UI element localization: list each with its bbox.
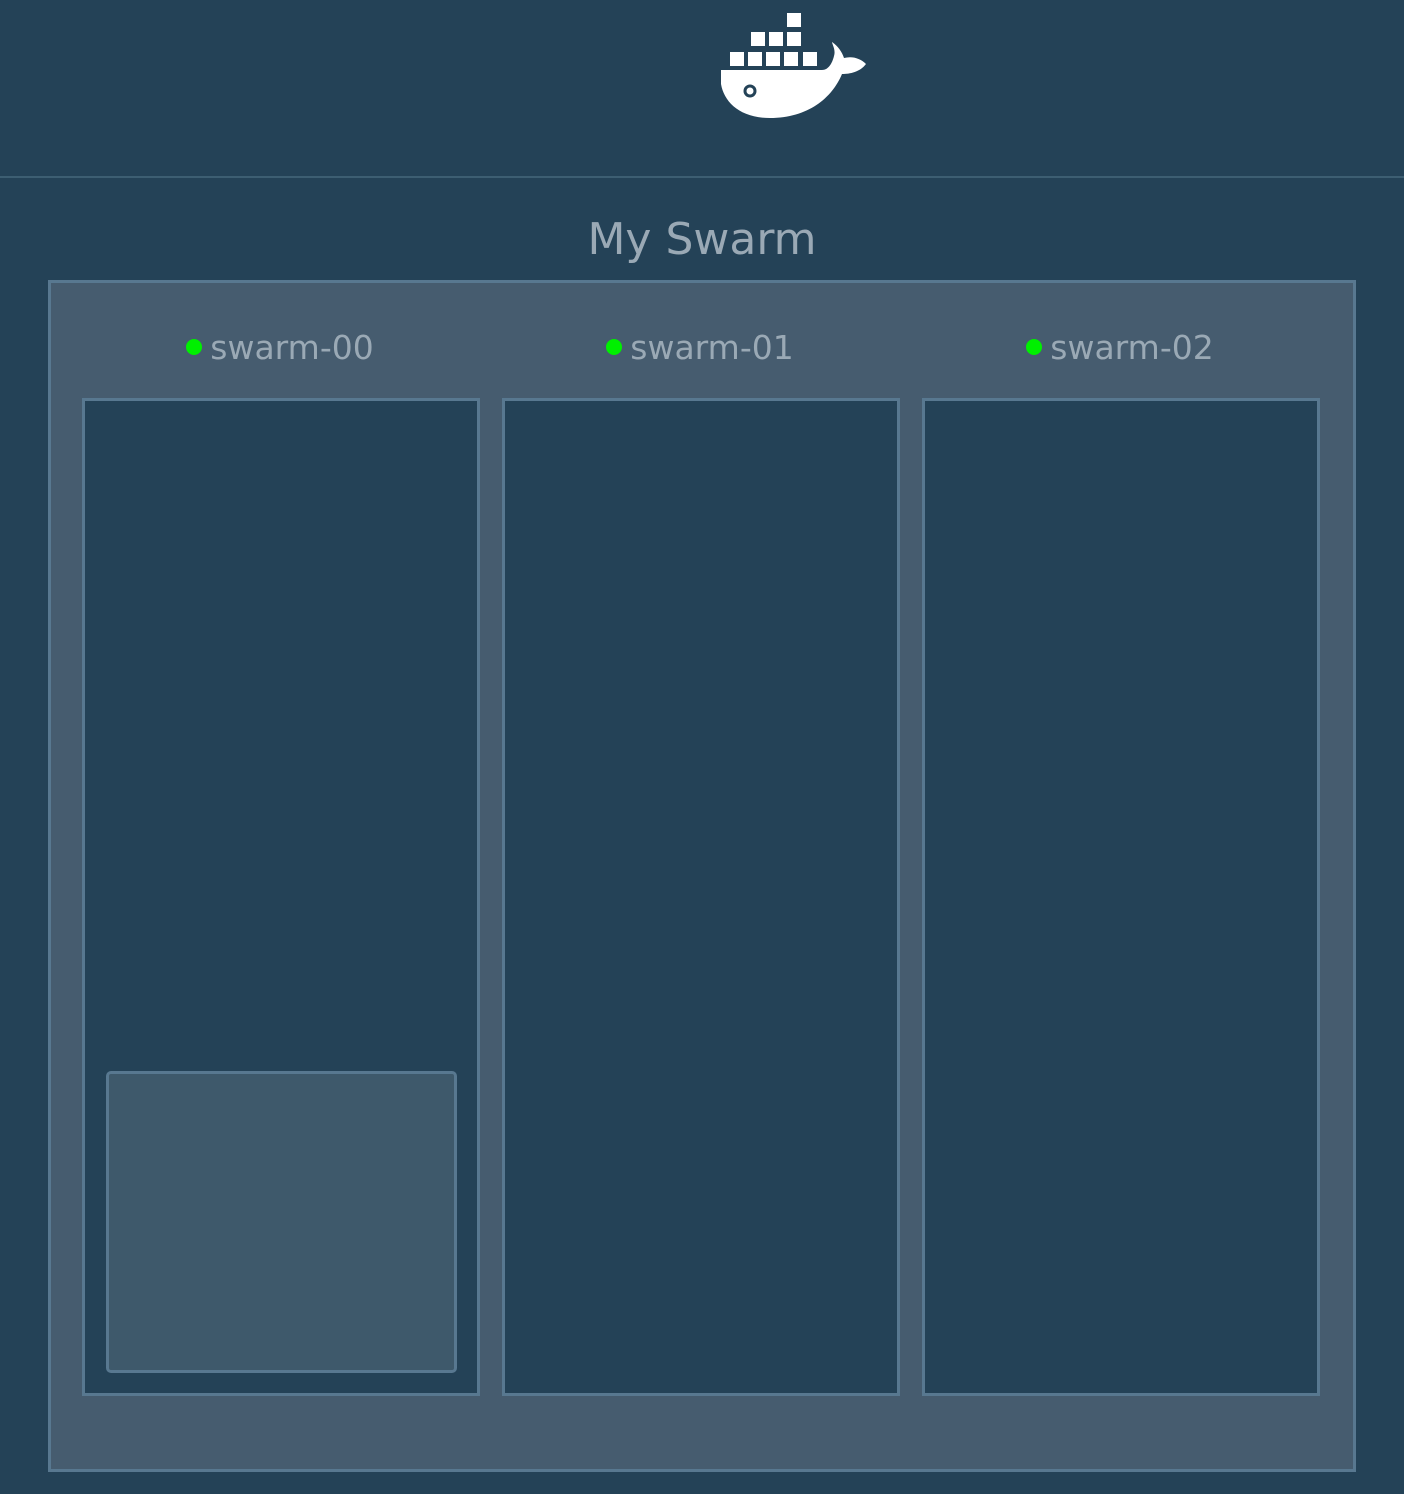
- container-card[interactable]: [106, 1071, 457, 1373]
- node-column-swarm-02: [922, 398, 1320, 1396]
- status-dot-icon: [186, 339, 203, 355]
- node-name: swarm-02: [1050, 327, 1214, 367]
- docker-whale-icon: [721, 13, 866, 118]
- node-column-swarm-00: [82, 398, 480, 1396]
- node-name: swarm-00: [210, 327, 374, 367]
- node-header-swarm-02: swarm-02: [924, 325, 1316, 369]
- node-column-swarm-01: [502, 398, 900, 1396]
- status-dot-icon: [606, 339, 623, 355]
- header-bar: [0, 0, 1404, 178]
- node-header-swarm-00: swarm-00: [84, 325, 476, 369]
- page-title: My Swarm: [587, 214, 817, 265]
- node-header-swarm-01: swarm-01: [504, 325, 896, 369]
- node-name: swarm-01: [630, 327, 794, 367]
- status-dot-icon: [1026, 339, 1043, 355]
